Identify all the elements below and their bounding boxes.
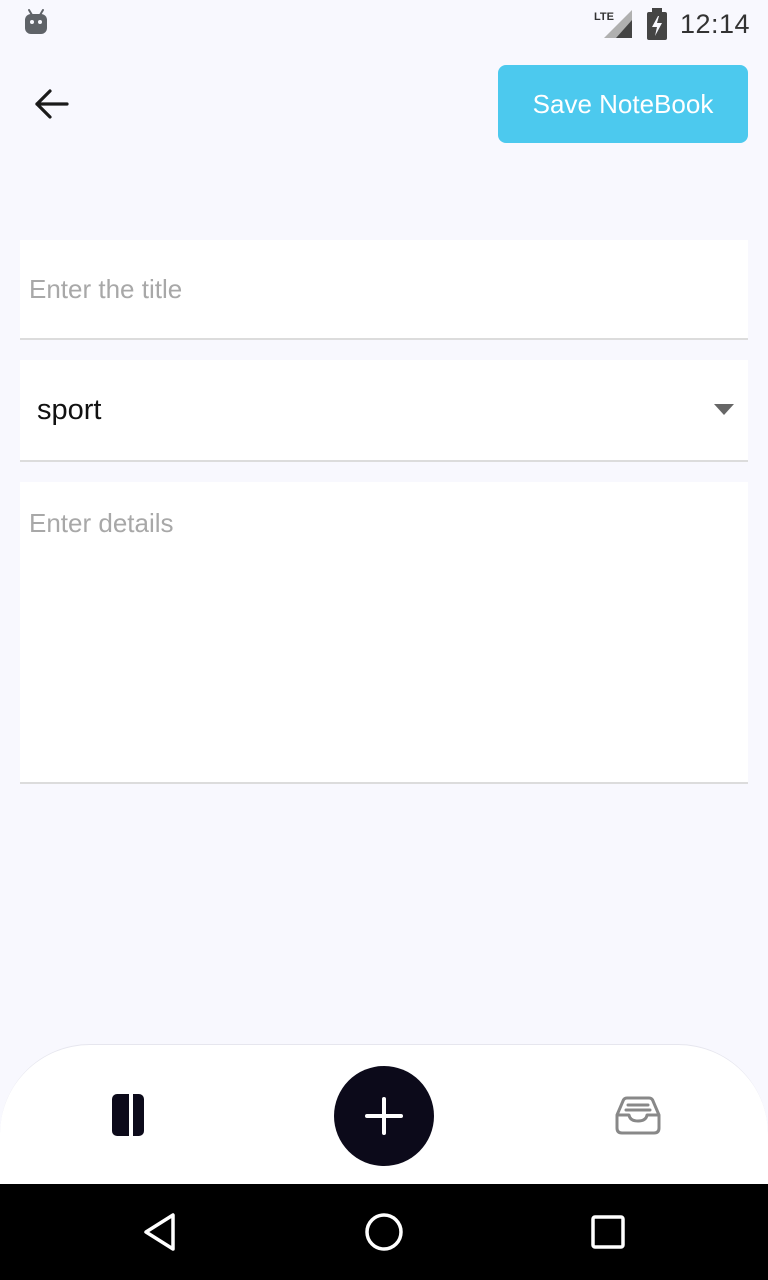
nav-archive-button[interactable] [610, 1087, 666, 1143]
triangle-back-icon [144, 1213, 175, 1251]
arrow-left-icon [35, 89, 69, 119]
lte-label: LTE [594, 11, 614, 23]
category-selected-value: sport [37, 394, 102, 426]
system-recents-button[interactable] [584, 1208, 632, 1256]
inbox-tray-icon [615, 1096, 661, 1135]
title-field[interactable]: Enter the title [20, 240, 748, 340]
plus-icon [365, 1097, 403, 1135]
details-placeholder: Enter details [29, 508, 174, 538]
square-recents-icon [591, 1215, 625, 1249]
circle-home-icon [365, 1213, 403, 1251]
title-placeholder: Enter the title [29, 274, 183, 304]
details-field[interactable]: Enter details [20, 482, 748, 784]
system-navigation-bar [0, 1184, 768, 1280]
status-bar: LTE 12:14 [0, 0, 768, 48]
battery-charging-icon [647, 8, 667, 40]
back-button[interactable] [22, 76, 82, 132]
add-note-fab[interactable] [334, 1066, 434, 1166]
lte-signal-icon: LTE [594, 8, 634, 40]
category-select[interactable]: sport [20, 360, 748, 462]
notebook-icon [112, 1093, 144, 1137]
caret-down-icon [714, 404, 734, 415]
system-back-button[interactable] [136, 1208, 184, 1256]
nav-notebooks-button[interactable] [100, 1087, 156, 1143]
android-notification-icon [25, 9, 47, 34]
system-home-button[interactable] [360, 1208, 408, 1256]
status-clock: 12:14 [680, 9, 751, 39]
save-notebook-button[interactable]: Save NoteBook [498, 65, 748, 143]
bottom-navigation [0, 1044, 768, 1184]
